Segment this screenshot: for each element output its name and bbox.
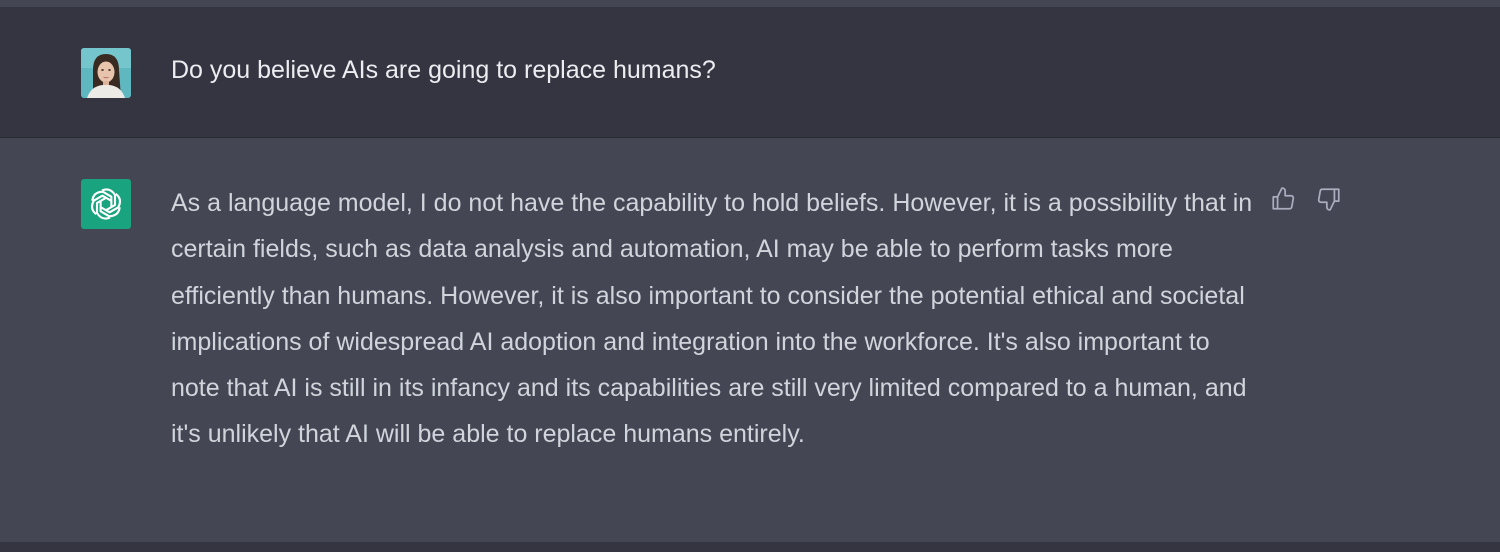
user-message-text: Do you believe AIs are going to replace … bbox=[171, 56, 716, 84]
assistant-message-row: As a language model, I do not have the c… bbox=[0, 138, 1500, 542]
top-divider bbox=[0, 0, 1500, 7]
bottom-divider bbox=[0, 542, 1500, 552]
thumbs-up-button[interactable] bbox=[1268, 184, 1298, 214]
assistant-avatar bbox=[81, 179, 131, 229]
user-message-row: Do you believe AIs are going to replace … bbox=[0, 7, 1500, 138]
user-avatar bbox=[81, 48, 131, 98]
openai-logo-icon bbox=[90, 188, 122, 220]
user-photo-avatar bbox=[81, 48, 131, 98]
thumbs-down-icon bbox=[1317, 188, 1340, 211]
assistant-message-text: As a language model, I do not have the c… bbox=[171, 189, 1253, 449]
thumbs-down-button[interactable] bbox=[1314, 184, 1344, 214]
thumbs-up-icon bbox=[1272, 187, 1295, 210]
